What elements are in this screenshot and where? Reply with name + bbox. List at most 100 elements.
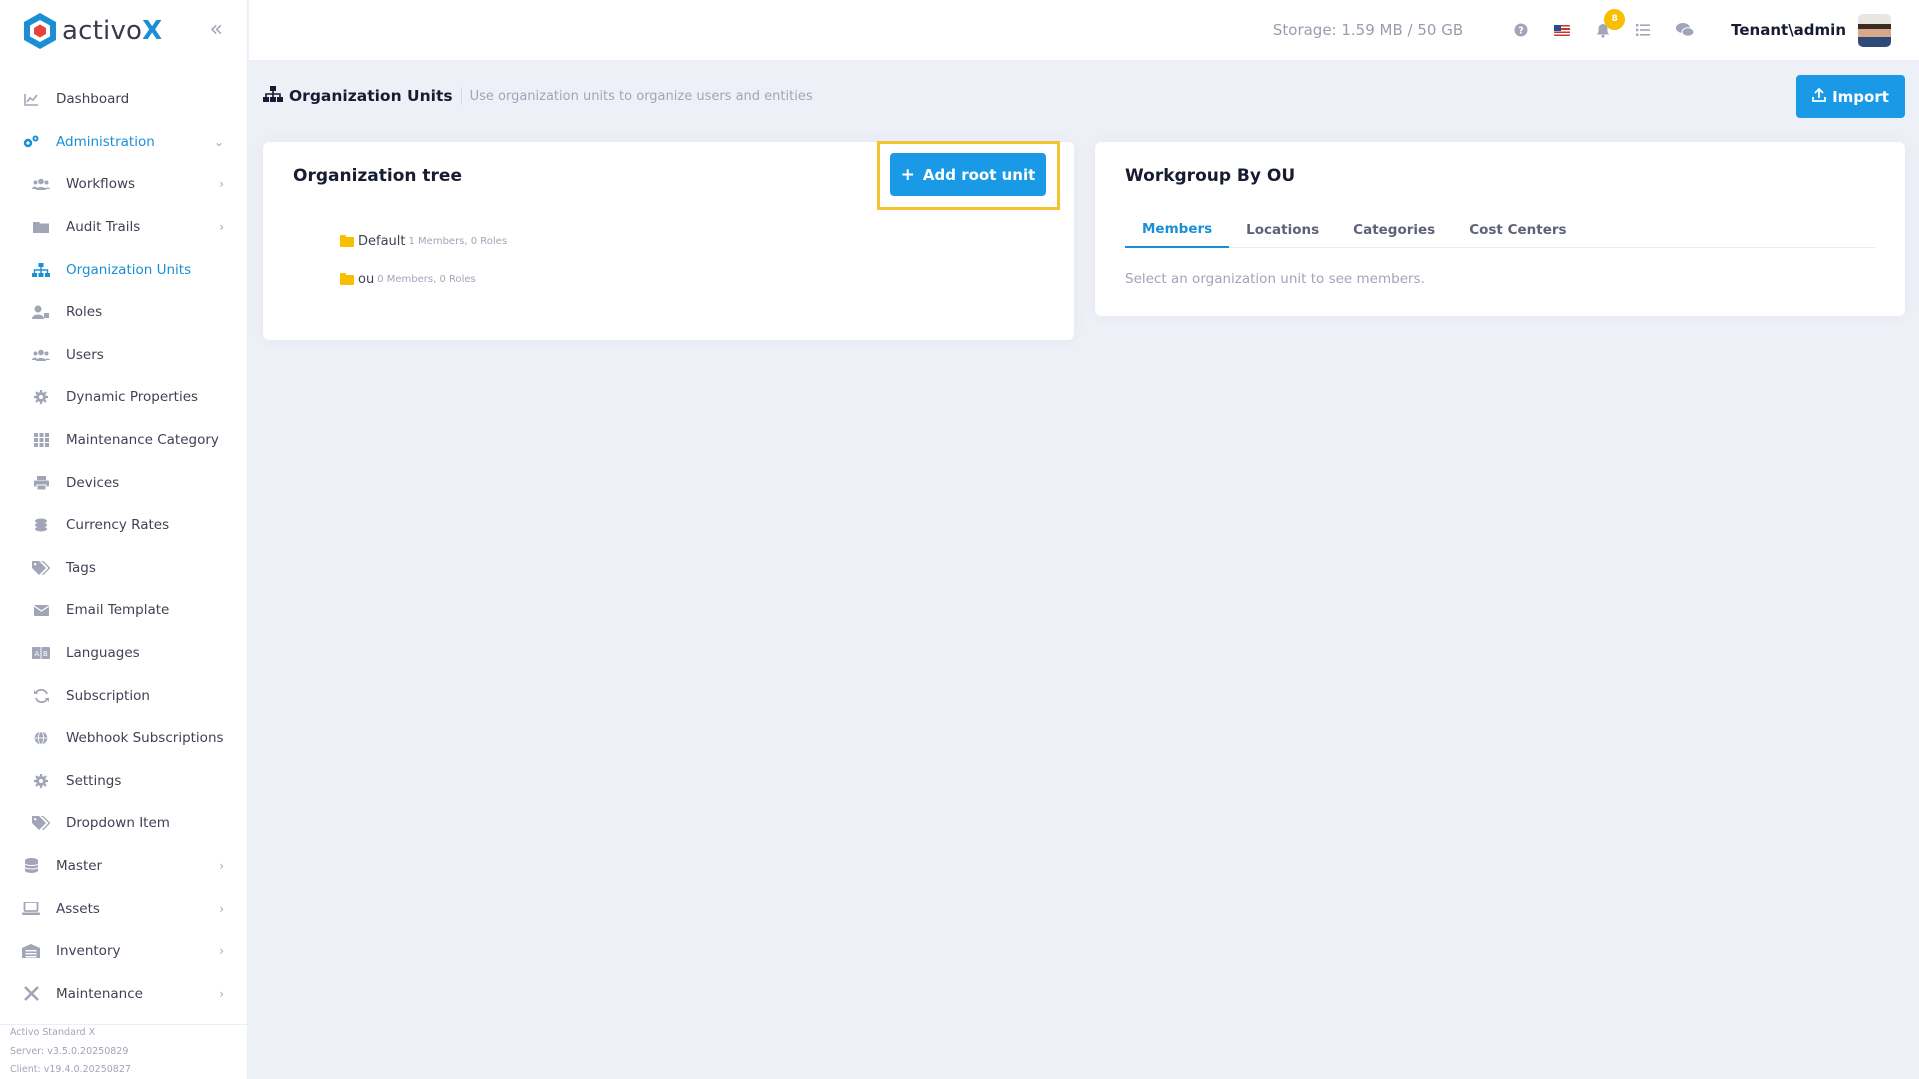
sidebar-item-workflows[interactable]: Workflows › — [0, 163, 248, 206]
sidebar-item-label: Organization Units — [66, 261, 192, 278]
sidebar-item-label: Maintenance Category — [66, 432, 219, 449]
sync-icon — [32, 688, 50, 704]
tree-node-meta: 1 Members, 0 Roles — [408, 236, 508, 247]
sidebar-item-devices[interactable]: Devices — [0, 461, 248, 504]
sidebar-item-label: Languages — [66, 645, 140, 662]
tree-node-name: Default — [358, 234, 406, 249]
sidebar-item-webhook-subscriptions[interactable]: Webhook Subscriptions — [0, 717, 248, 760]
sidebar-item-label: Currency Rates — [66, 517, 170, 534]
sidebar-item-languages[interactable]: AB Languages — [0, 632, 248, 675]
sidebar-item-dropdown-item[interactable]: Dropdown Item — [0, 802, 248, 845]
sidebar-item-email-template[interactable]: Email Template — [0, 589, 248, 632]
tab-categories[interactable]: Categories — [1336, 212, 1452, 248]
sidebar-item-settings[interactable]: Settings — [0, 760, 248, 803]
sidebar-item-subscription[interactable]: Subscription — [0, 674, 248, 717]
sidebar-item-label: Tags — [66, 559, 96, 576]
svg-text:A: A — [35, 650, 40, 658]
brand-name: activoX — [62, 15, 163, 46]
sidebar-item-audit-trails[interactable]: Audit Trails › — [0, 206, 248, 249]
help-icon[interactable]: ? — [1514, 23, 1528, 37]
brand[interactable]: activoX « — [0, 0, 247, 61]
add-root-unit-label: Add root unit — [922, 165, 1036, 184]
sidebar-menu: Dashboard Administration ⌄ Workflows › A… — [0, 78, 248, 1024]
chevron-right-icon: › — [219, 220, 224, 235]
organization-tree-title: Organization tree — [293, 166, 462, 186]
upload-icon — [1812, 87, 1826, 106]
import-button[interactable]: Import — [1796, 75, 1905, 118]
sidebar-item-administration[interactable]: Administration ⌄ — [0, 121, 248, 164]
user-tag-icon — [32, 304, 50, 320]
coins-icon — [32, 517, 50, 533]
tools-icon — [22, 986, 40, 1002]
sitemap-icon — [32, 262, 50, 278]
server-version: Server: v3.5.0.20250829 — [10, 1045, 129, 1057]
gear-icon — [32, 389, 50, 405]
tags-icon — [32, 560, 50, 576]
avatar[interactable] — [1858, 13, 1891, 47]
user-name[interactable]: Tenant\admin — [1731, 21, 1846, 39]
sidebar-item-label: Email Template — [66, 602, 170, 619]
sidebar-item-inventory[interactable]: Inventory › — [0, 930, 248, 973]
tree-node-meta: 0 Members, 0 Roles — [377, 274, 476, 285]
notification-badge: 8 — [1604, 8, 1626, 30]
sidebar-item-maintenance-category[interactable]: Maintenance Category — [0, 419, 248, 462]
cogs-icon — [22, 134, 40, 150]
sidebar: activoX « Dashboard Administration ⌄ Wor… — [0, 0, 248, 1079]
organization-tree-card: Organization tree + Add root unit Defaul… — [263, 141, 1074, 340]
workgroup-tabs: Members Locations Categories Cost Center… — [1125, 212, 1875, 248]
sidebar-item-label: Subscription — [66, 687, 150, 704]
tab-members[interactable]: Members — [1125, 212, 1230, 248]
language-flag-icon[interactable] — [1554, 24, 1571, 36]
users-icon — [32, 176, 50, 192]
tab-locations[interactable]: Locations — [1229, 212, 1336, 248]
sidebar-item-label: Roles — [66, 304, 103, 321]
chat-icon[interactable] — [1676, 23, 1695, 37]
tab-cost-centers[interactable]: Cost Centers — [1452, 212, 1583, 248]
chevron-down-icon: ⌄ — [213, 134, 224, 149]
task-list-icon[interactable] — [1636, 24, 1651, 36]
sidebar-item-master[interactable]: Master › — [0, 845, 248, 888]
warehouse-icon — [22, 943, 40, 959]
svg-text:?: ? — [1518, 26, 1524, 37]
storage-usage: Storage: 1.59 MB / 50 GB — [1272, 21, 1464, 39]
sidebar-item-organization-units[interactable]: Organization Units — [0, 248, 248, 291]
activo-logo-icon — [24, 12, 56, 49]
sidebar-item-label: Administration — [56, 133, 155, 150]
svg-text:B: B — [43, 650, 48, 658]
bell-icon[interactable]: 8 — [1596, 8, 1626, 38]
grid-icon — [32, 432, 50, 448]
gear-icon — [32, 773, 50, 789]
sidebar-item-assets[interactable]: Assets › — [0, 887, 248, 930]
product-name: Activo Standard X — [10, 1027, 96, 1038]
tags-icon — [32, 815, 50, 831]
chevron-right-icon: › — [219, 177, 224, 192]
sidebar-item-dynamic-properties[interactable]: Dynamic Properties — [0, 376, 248, 419]
sidebar-item-roles[interactable]: Roles — [0, 291, 248, 334]
top-header: Storage: 1.59 MB / 50 GB ? 8 Tenant\admi… — [249, 0, 1919, 61]
tree-node-name: ou — [358, 272, 375, 287]
tree-node-default[interactable]: Default 1 Members, 0 Roles — [340, 234, 507, 249]
plus-icon: + — [900, 164, 915, 185]
folder-icon — [32, 219, 50, 235]
page-title: Organization Units — [289, 87, 462, 105]
sidebar-item-maintenance[interactable]: Maintenance › — [0, 972, 248, 1015]
sidebar-item-label: Users — [66, 346, 104, 363]
printer-icon — [32, 475, 50, 491]
sidebar-item-dashboard[interactable]: Dashboard — [0, 78, 248, 121]
sidebar-item-users[interactable]: Users — [0, 334, 248, 377]
collapse-sidebar-icon[interactable]: « — [210, 17, 223, 42]
tree-node-ou[interactable]: ou 0 Members, 0 Roles — [340, 272, 476, 287]
sidebar-item-currency-rates[interactable]: Currency Rates — [0, 504, 248, 547]
users-icon — [32, 347, 50, 363]
page-description: Use organization units to organize users… — [469, 88, 813, 104]
envelope-icon — [32, 602, 50, 618]
add-root-unit-button[interactable]: + Add root unit — [890, 153, 1046, 196]
sidebar-item-label: Dynamic Properties — [66, 389, 199, 406]
import-button-label: Import — [1832, 87, 1889, 106]
version-info: Activo Standard X Server: v3.5.0.2025082… — [10, 1024, 131, 1079]
client-version: Client: v19.4.0.20250827 — [10, 1064, 131, 1075]
sidebar-item-label: Assets — [56, 900, 100, 917]
sidebar-item-tags[interactable]: Tags — [0, 547, 248, 590]
sidebar-item-label: Inventory — [56, 943, 121, 960]
workgroup-card: Workgroup By OU Members Locations Catego… — [1095, 142, 1905, 316]
